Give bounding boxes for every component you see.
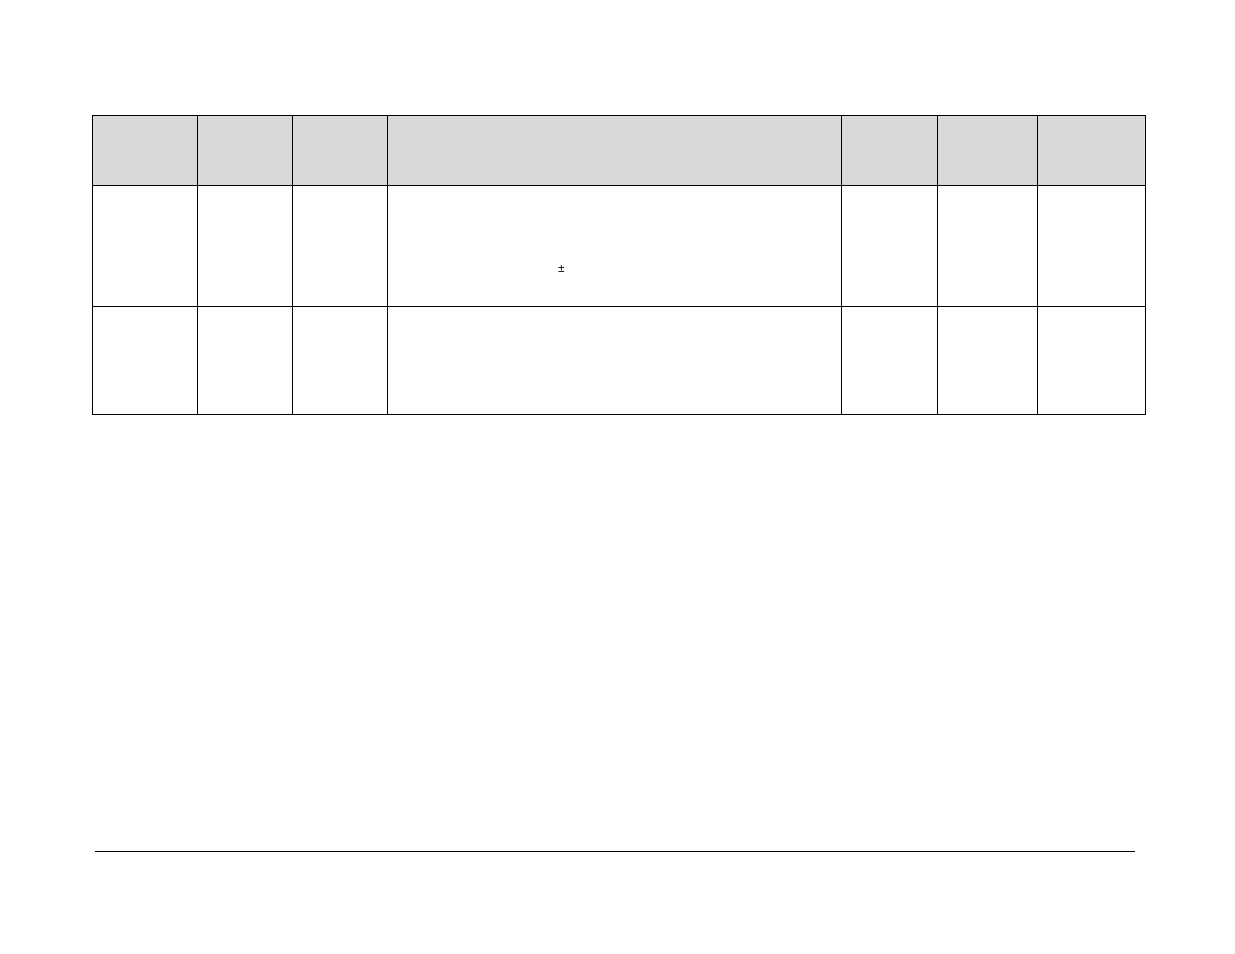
table-cell [197, 186, 293, 307]
table-header-cell [937, 116, 1038, 186]
table-header-cell [1038, 116, 1146, 186]
table-cell [93, 186, 198, 307]
document-page: ± [0, 0, 1235, 954]
table-cell [937, 186, 1038, 307]
table-cell [93, 307, 198, 415]
footer-divider [95, 851, 1135, 852]
table-header-cell [387, 116, 841, 186]
table-cell [1038, 186, 1146, 307]
table-cell [293, 186, 388, 307]
table-cell [937, 307, 1038, 415]
data-table: ± [92, 115, 1146, 415]
table-cell [197, 307, 293, 415]
table-cell-description: ± [387, 186, 841, 307]
table-cell [841, 186, 937, 307]
table-header-cell [93, 116, 198, 186]
table-row: ± [93, 186, 1146, 307]
table-header-cell [293, 116, 388, 186]
table-cell [1038, 307, 1146, 415]
table-header-cell [841, 116, 937, 186]
table-header-row [93, 116, 1146, 186]
table-cell [387, 307, 841, 415]
table-cell [841, 307, 937, 415]
table-row [93, 307, 1146, 415]
table-cell [293, 307, 388, 415]
table-header-cell [197, 116, 293, 186]
table-container: ± [92, 115, 1146, 415]
plus-minus-symbol: ± [558, 262, 565, 274]
